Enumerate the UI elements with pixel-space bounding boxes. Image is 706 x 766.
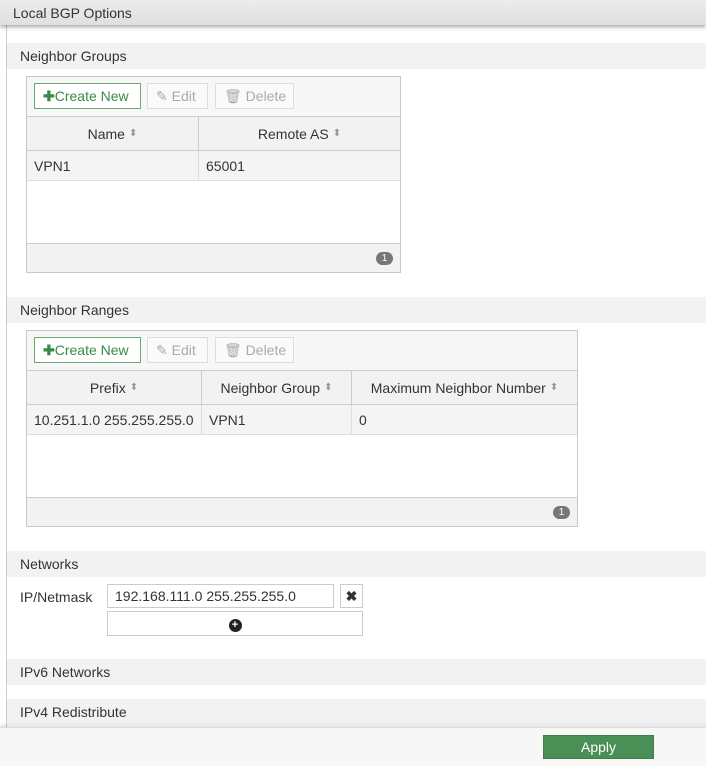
button-label: Create New [54,342,129,358]
section-ipv6-networks[interactable]: IPv6 Networks [7,659,706,685]
section-neighbor-groups: Neighbor Groups [7,43,706,69]
column-header-remote-as[interactable]: Remote AS ⬍ [198,117,400,150]
button-label: Edit [171,342,196,358]
count-badge: 1 [553,506,570,519]
cell-name: VPN1 [34,157,71,174]
table-toolbar: ✚Create New ✎ Edit 🗑 Delete [27,77,400,117]
button-label: Create New [54,88,129,104]
count-badge: 1 [376,252,393,265]
sort-icon: ⬍ [332,128,342,139]
button-label: Delete [245,88,287,104]
table-row[interactable]: VPN1 65001 [27,151,400,181]
sort-icon: ⬍ [129,382,139,393]
divider [6,25,7,727]
plus-icon: ✚ [43,88,55,104]
column-header-prefix[interactable]: Prefix ⬍ [27,371,201,404]
trash-icon: 🗑 [224,88,242,104]
section-title: Neighbor Groups [20,48,127,64]
pencil-icon: ✎ [156,88,168,104]
add-network-button[interactable]: + [107,611,363,636]
create-new-button[interactable]: ✚Create New [34,83,141,109]
create-new-button[interactable]: ✚Create New [34,337,141,363]
plus-circle-icon: + [228,619,242,632]
section-neighbor-ranges: Neighbor Ranges [7,297,706,323]
edit-button[interactable]: ✎ Edit [147,83,208,109]
table-row[interactable]: 10.251.1.0 255.255.255.0 VPN1 0 [27,405,577,435]
delete-button[interactable]: 🗑 Delete [215,83,294,109]
column-header-name[interactable]: Name ⬍ [27,117,198,150]
button-label: Delete [245,342,287,358]
cell-remote-as: 65001 [198,151,400,180]
section-networks: Networks [7,551,706,577]
edit-button[interactable]: ✎ Edit [147,337,208,363]
table-footer: 1 [27,497,577,526]
sort-icon: ⬍ [128,128,138,139]
cell-prefix: 10.251.1.0 255.255.255.0 [34,411,194,428]
section-ipv4-redistribute[interactable]: IPv4 Redistribute [7,699,706,725]
table-header: Prefix ⬍ Neighbor Group ⬍ Maximum Neighbor… [27,371,577,405]
delete-button[interactable]: 🗑 Delete [215,337,294,363]
pencil-icon: ✎ [156,342,168,358]
column-header-neighbor-group[interactable]: Neighbor Group ⬍ [201,371,351,404]
button-label: Edit [171,88,196,104]
table-footer: 1 [27,243,400,272]
neighbor-ranges-table: ✚Create New ✎ Edit 🗑 Delete Prefix ⬍ Neig… [26,330,578,527]
neighbor-groups-table: ✚Create New ✎ Edit 🗑 Delete Name ⬍ Remote… [26,76,401,273]
cell-neighbor-group: VPN1 [201,405,351,434]
close-icon: ✖ [345,588,358,604]
section-title: IPv6 Networks [20,664,111,680]
trash-icon: 🗑 [224,342,242,358]
ip-netmask-input[interactable] [107,584,334,608]
apply-button[interactable]: Apply [543,735,654,759]
sort-icon: ⬍ [549,382,559,393]
ip-netmask-label: IP/Netmask [20,589,93,605]
plus-icon: ✚ [43,342,55,358]
section-title: Networks [20,556,79,572]
column-header-max-neighbor[interactable]: Maximum Neighbor Number ⬍ [351,371,577,404]
table-toolbar: ✚Create New ✎ Edit 🗑 Delete [27,331,577,371]
panel-title: Local BGP Options [13,5,132,21]
sort-icon: ⬍ [324,382,333,393]
section-title: IPv4 Redistribute [20,704,127,720]
remove-network-button[interactable]: ✖ [340,584,363,608]
cell-max-neighbor: 0 [351,405,577,434]
table-header: Name ⬍ Remote AS ⬍ [27,117,400,151]
section-title: Neighbor Ranges [20,302,129,318]
panel-header: Local BGP Options [0,0,706,25]
